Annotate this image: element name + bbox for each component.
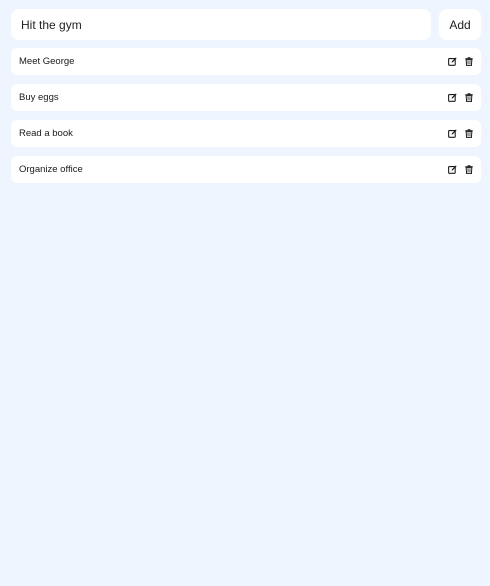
edit-icon[interactable] [448, 57, 457, 67]
add-button[interactable]: Add [439, 9, 481, 40]
todo-text: Buy eggs [19, 92, 59, 103]
edit-icon[interactable] [448, 93, 457, 103]
todo-list: Meet George Buy eggs Read a book Organiz… [11, 48, 481, 192]
task-input[interactable] [11, 9, 431, 40]
todo-item: Buy eggs [11, 84, 481, 111]
todo-text: Read a book [19, 128, 73, 139]
trash-icon[interactable] [464, 93, 473, 103]
edit-icon[interactable] [448, 165, 457, 175]
todo-actions [448, 93, 473, 103]
trash-icon[interactable] [464, 129, 473, 139]
todo-text: Organize office [19, 164, 83, 175]
todo-item: Organize office [11, 156, 481, 183]
todo-text: Meet George [19, 56, 75, 67]
add-task-form: Add [11, 9, 481, 40]
trash-icon[interactable] [464, 165, 473, 175]
todo-actions [448, 57, 473, 67]
todo-item: Meet George [11, 48, 481, 75]
edit-icon[interactable] [448, 129, 457, 139]
todo-actions [448, 165, 473, 175]
todo-actions [448, 129, 473, 139]
trash-icon[interactable] [464, 57, 473, 67]
todo-item: Read a book [11, 120, 481, 147]
